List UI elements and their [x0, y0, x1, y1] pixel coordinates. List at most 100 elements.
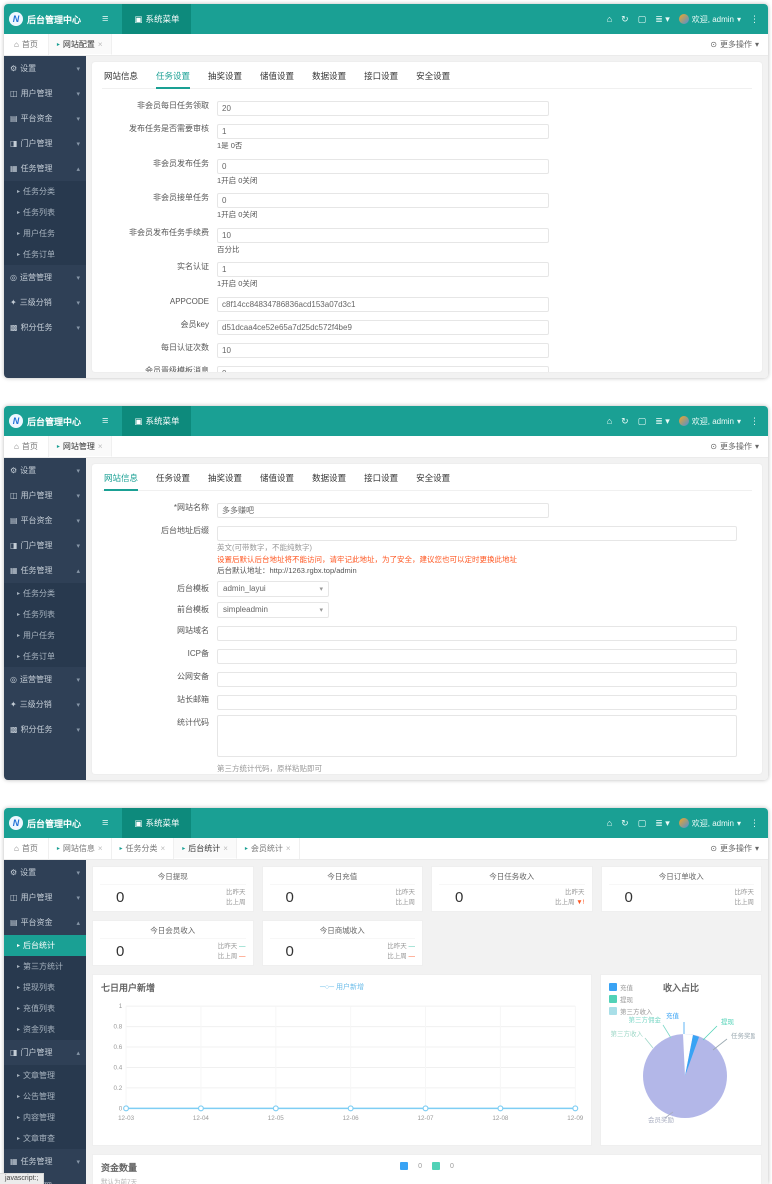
- select-前台模板[interactable]: simpleadmin▾: [217, 602, 329, 618]
- page-tab[interactable]: ▸后台统计×: [174, 838, 237, 859]
- tab-网站信息[interactable]: 网站信息: [104, 70, 138, 82]
- refresh-icon[interactable]: ↻: [621, 14, 629, 25]
- sidebar-item-用户管理[interactable]: ◫用户管理▾: [4, 885, 86, 910]
- hamburger-icon[interactable]: ≡: [102, 13, 108, 25]
- page-tab[interactable]: ▸网站配置×: [49, 34, 112, 55]
- textarea-统计代码[interactable]: [217, 715, 737, 757]
- sidebar-item-门户管理[interactable]: ◨门户管理▴: [4, 1040, 86, 1065]
- input-*网站名称[interactable]: [217, 503, 549, 518]
- sidebar-item-平台资金[interactable]: ▤平台资金▴: [4, 910, 86, 935]
- sidebar-subitem-内容管理[interactable]: ▸内容管理: [4, 1107, 86, 1128]
- sidebar-item-门户管理[interactable]: ◨门户管理▾: [4, 131, 86, 156]
- input-发布任务是否需要审核[interactable]: [217, 124, 549, 139]
- page-tab[interactable]: ▸网站信息×: [49, 838, 112, 859]
- tab-储值设置[interactable]: 储值设置: [260, 70, 294, 82]
- sidebar-item-平台资金[interactable]: ▤平台资金▾: [4, 106, 86, 131]
- user-menu[interactable]: 欢迎, admin▾: [679, 818, 741, 829]
- more-vertical-icon[interactable]: ⋮: [750, 14, 759, 25]
- breadcrumb-home[interactable]: ⌂首页: [4, 838, 49, 859]
- breadcrumb-home[interactable]: ⌂首页: [4, 34, 49, 55]
- tab-网站信息[interactable]: 网站信息: [104, 472, 138, 484]
- sidebar-subitem-文章管理[interactable]: ▸文章管理: [4, 1065, 86, 1086]
- more-vertical-icon[interactable]: ⋮: [750, 416, 759, 427]
- sidebar-item-运营管理[interactable]: ◎运营管理▾: [4, 265, 86, 290]
- input-实名认证[interactable]: [217, 262, 549, 277]
- sidebar-item-三级分销[interactable]: ✦三级分销▾: [4, 290, 86, 315]
- home-icon[interactable]: ⌂: [607, 14, 612, 24]
- hamburger-icon[interactable]: ≡: [102, 817, 108, 829]
- page-tab[interactable]: ▸任务分类×: [112, 838, 175, 859]
- sidebar-item-门户管理[interactable]: ◨门户管理▾: [4, 533, 86, 558]
- sidebar-item-设置[interactable]: ⚙设置▾: [4, 56, 86, 81]
- input-公网安备[interactable]: [217, 672, 737, 687]
- layout-menu-icon[interactable]: ≣ ▾: [655, 818, 670, 829]
- input-会员晋级模板消息[interactable]: [217, 366, 549, 373]
- close-icon[interactable]: ×: [161, 844, 166, 853]
- sidebar-item-设置[interactable]: ⚙设置▾: [4, 458, 86, 483]
- layout-menu-icon[interactable]: ≣ ▾: [655, 416, 670, 427]
- sidebar-subitem-任务分类[interactable]: ▸任务分类: [4, 583, 86, 604]
- fullscreen-icon[interactable]: ▢: [638, 416, 647, 427]
- sidebar-subitem-资金列表[interactable]: ▸资金列表: [4, 1019, 86, 1040]
- refresh-icon[interactable]: ↻: [621, 818, 629, 829]
- sidebar-item-用户管理[interactable]: ◫用户管理▾: [4, 483, 86, 508]
- sidebar-item-任务管理[interactable]: ▦任务管理▴: [4, 558, 86, 583]
- sidebar-item-积分任务[interactable]: ▩积分任务▾: [4, 315, 86, 340]
- sidebar-item-运营管理[interactable]: ◎运营管理▾: [4, 667, 86, 692]
- sidebar-subitem-提现列表[interactable]: ▸提现列表: [4, 977, 86, 998]
- input-后台地址后缀[interactable]: [217, 526, 737, 541]
- tab-数据设置[interactable]: 数据设置: [312, 472, 346, 484]
- nav-tab-system-menu[interactable]: ▣系统菜单: [122, 4, 191, 34]
- more-actions-button[interactable]: ⊙更多操作▾: [710, 441, 759, 452]
- nav-tab-system-menu[interactable]: ▣系统菜单: [122, 406, 191, 436]
- sidebar-subitem-第三方统计[interactable]: ▸第三方统计: [4, 956, 86, 977]
- close-icon[interactable]: ×: [286, 844, 291, 853]
- sidebar-item-任务管理[interactable]: ▦任务管理▾: [4, 1149, 86, 1174]
- tab-安全设置[interactable]: 安全设置: [416, 70, 450, 82]
- sidebar-subitem-任务列表[interactable]: ▸任务列表: [4, 202, 86, 223]
- sidebar-item-平台资金[interactable]: ▤平台资金▾: [4, 508, 86, 533]
- sidebar-subitem-用户任务[interactable]: ▸用户任务: [4, 625, 86, 646]
- tab-任务设置[interactable]: 任务设置: [156, 70, 190, 82]
- tab-任务设置[interactable]: 任务设置: [156, 472, 190, 484]
- close-icon[interactable]: ×: [98, 442, 103, 451]
- sidebar-item-积分任务[interactable]: ▩积分任务▾: [4, 717, 86, 742]
- tab-安全设置[interactable]: 安全设置: [416, 472, 450, 484]
- hamburger-icon[interactable]: ≡: [102, 415, 108, 427]
- home-icon[interactable]: ⌂: [607, 818, 612, 828]
- select-后台模板[interactable]: admin_layui▾: [217, 581, 329, 597]
- close-icon[interactable]: ×: [98, 844, 103, 853]
- user-menu[interactable]: 欢迎, admin▾: [679, 416, 741, 427]
- sidebar-subitem-任务列表[interactable]: ▸任务列表: [4, 604, 86, 625]
- refresh-icon[interactable]: ↻: [621, 416, 629, 427]
- input-网站域名[interactable]: [217, 626, 737, 641]
- input-会员key[interactable]: [217, 320, 549, 335]
- close-icon[interactable]: ×: [223, 844, 228, 853]
- tab-接口设置[interactable]: 接口设置: [364, 70, 398, 82]
- input-ICP备[interactable]: [217, 649, 737, 664]
- input-站长邮箱[interactable]: [217, 695, 737, 710]
- sidebar-item-任务管理[interactable]: ▦任务管理▴: [4, 156, 86, 181]
- tab-接口设置[interactable]: 接口设置: [364, 472, 398, 484]
- layout-menu-icon[interactable]: ≣ ▾: [655, 14, 670, 25]
- user-menu[interactable]: 欢迎, admin▾: [679, 14, 741, 25]
- sidebar-subitem-公告管理[interactable]: ▸公告管理: [4, 1086, 86, 1107]
- input-非会员发布任务手续费[interactable]: [217, 228, 549, 243]
- fullscreen-icon[interactable]: ▢: [638, 818, 647, 829]
- sidebar-subitem-任务订单[interactable]: ▸任务订单: [4, 646, 86, 667]
- input-APPCODE[interactable]: [217, 297, 549, 312]
- nav-tab-system-menu[interactable]: ▣系统菜单: [122, 808, 191, 838]
- breadcrumb-home[interactable]: ⌂首页: [4, 436, 49, 457]
- sidebar-subitem-任务订单[interactable]: ▸任务订单: [4, 244, 86, 265]
- fullscreen-icon[interactable]: ▢: [638, 14, 647, 25]
- sidebar-item-设置[interactable]: ⚙设置▾: [4, 860, 86, 885]
- page-tab[interactable]: ▸网站管理×: [49, 436, 112, 457]
- sidebar-subitem-文章审查[interactable]: ▸文章审查: [4, 1128, 86, 1149]
- tab-抽奖设置[interactable]: 抽奖设置: [208, 70, 242, 82]
- sidebar-subitem-充值列表[interactable]: ▸充值列表: [4, 998, 86, 1019]
- more-actions-button[interactable]: ⊙更多操作▾: [710, 39, 759, 50]
- input-非会员发布任务[interactable]: [217, 159, 549, 174]
- tab-抽奖设置[interactable]: 抽奖设置: [208, 472, 242, 484]
- sidebar-item-三级分销[interactable]: ✦三级分销▾: [4, 692, 86, 717]
- home-icon[interactable]: ⌂: [607, 416, 612, 426]
